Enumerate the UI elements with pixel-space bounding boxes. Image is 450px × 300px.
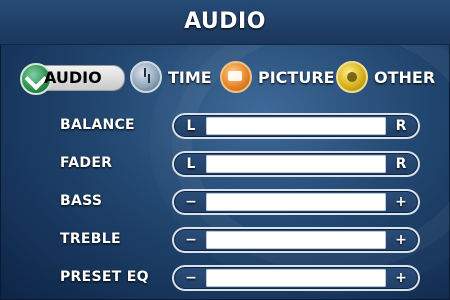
balance-bar[interactable] (206, 117, 386, 135)
time-icon (130, 61, 162, 93)
treble-label: TREBLE (60, 231, 121, 247)
window-title: AUDIO (184, 9, 266, 34)
bass-label: BASS (60, 193, 103, 209)
preset-eq-plus-mark: + (395, 270, 407, 286)
balance-right-mark: R (395, 118, 407, 134)
tab-bar: AUDIO TIME PICTURE OTHER (0, 55, 450, 99)
preset-eq-bar[interactable] (206, 269, 386, 287)
fader-label: FADER (60, 155, 113, 171)
picture-icon (220, 61, 252, 93)
bass-minus-mark: − (185, 194, 197, 210)
tab-picture-label: PICTURE (258, 67, 335, 87)
balance-row: BALANCE L R (0, 110, 450, 142)
tab-audio-label: AUDIO (44, 67, 102, 87)
treble-slider[interactable]: − + (172, 227, 420, 253)
tab-other-label: OTHER (374, 67, 436, 87)
other-icon (336, 61, 368, 93)
preset-eq-minus-mark: − (185, 270, 197, 286)
preset-eq-row: PRESET EQ − + (0, 262, 450, 294)
balance-left-mark: L (186, 118, 196, 134)
treble-bar[interactable] (206, 231, 386, 249)
fader-bar[interactable] (206, 155, 386, 173)
audio-settings-window: AUDIO AUDIO TIME PICTURE OTHER BALANCE L… (0, 0, 450, 300)
title-bar: AUDIO (0, 0, 450, 45)
treble-row: TREBLE − + (0, 224, 450, 256)
fader-slider[interactable]: L R (172, 151, 420, 177)
bass-bar[interactable] (206, 193, 386, 211)
bass-plus-mark: + (395, 194, 407, 210)
bass-row: BASS − + (0, 186, 450, 218)
treble-minus-mark: − (185, 232, 197, 248)
fader-right-mark: R (395, 156, 407, 172)
tab-audio[interactable]: AUDIO (18, 55, 125, 99)
tab-time-label: TIME (168, 67, 212, 87)
fader-row: FADER L R (0, 148, 450, 180)
preset-eq-slider[interactable]: − + (172, 265, 420, 291)
bass-slider[interactable]: − + (172, 189, 420, 215)
treble-plus-mark: + (395, 232, 407, 248)
tab-time[interactable]: TIME (130, 55, 212, 99)
tab-picture[interactable]: PICTURE (220, 55, 335, 99)
balance-slider[interactable]: L R (172, 113, 420, 139)
fader-left-mark: L (186, 156, 196, 172)
tab-other[interactable]: OTHER (336, 55, 435, 99)
balance-label: BALANCE (60, 117, 135, 133)
preset-eq-label: PRESET EQ (60, 269, 149, 285)
